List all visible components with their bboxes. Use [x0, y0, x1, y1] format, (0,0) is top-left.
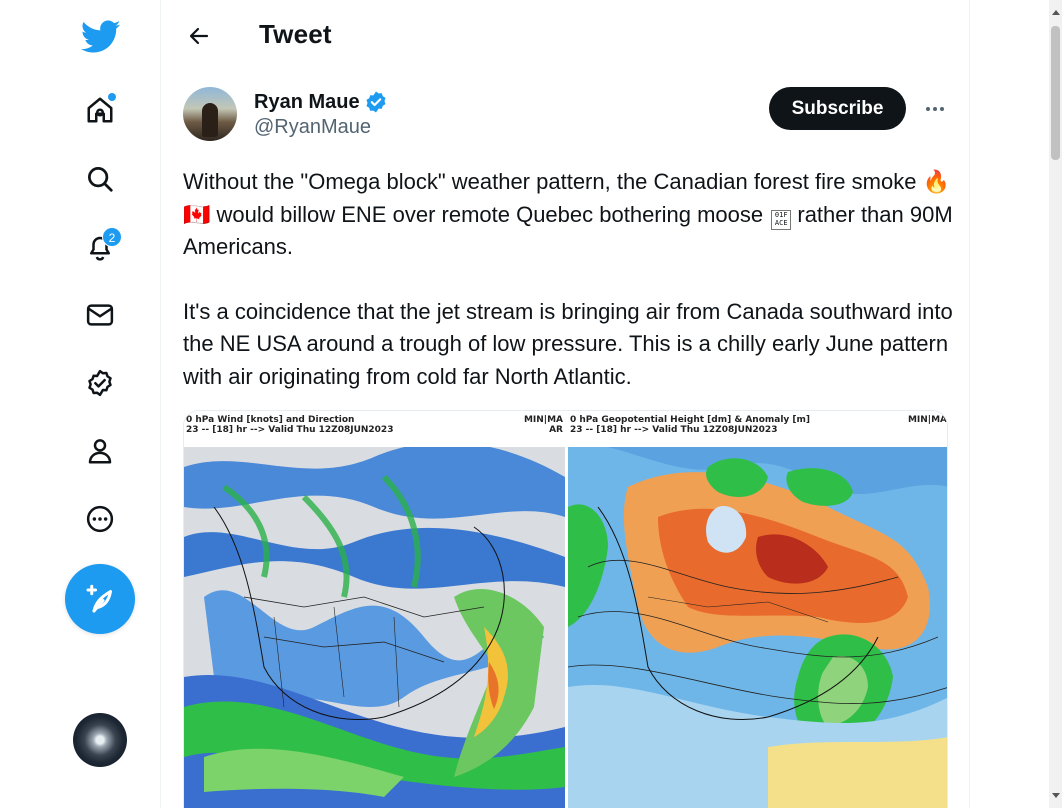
map-caption-right: MIN|MA: [907, 415, 947, 425]
messages-nav-item[interactable]: [74, 289, 126, 341]
verified-nav-item[interactable]: [74, 357, 126, 409]
dot-icon: [940, 107, 944, 111]
map-caption-valid: 23 -- [18] hr --> Valid Thu 12Z08JUN2023: [186, 425, 394, 435]
main-column: Tweet Ryan Maue @RyanMaue Subscribe With…: [160, 0, 970, 808]
profile-nav-item[interactable]: [74, 425, 126, 477]
missing-glyph-icon: 01F ACE: [771, 209, 792, 230]
notification-badge: 2: [102, 227, 122, 247]
page-scrollbar[interactable]: [1049, 0, 1062, 808]
header: Tweet: [161, 0, 971, 72]
map-caption-right: MIN|MA: [523, 415, 563, 425]
more-options-button[interactable]: [917, 92, 953, 126]
tweet-paragraph-2: It's a coincidence that the jet stream i…: [183, 298, 953, 389]
scroll-up-arrow-icon[interactable]: [1052, 10, 1060, 15]
tweet-media[interactable]: 0 hPa Wind [knots] and Direction 23 -- […: [183, 410, 948, 808]
account-avatar[interactable]: [73, 713, 127, 767]
explore-nav-item[interactable]: [74, 153, 126, 205]
scroll-down-arrow-icon[interactable]: [1052, 793, 1060, 798]
map-caption-valid: 23 -- [18] hr --> Valid Thu 12Z08JUN2023: [570, 425, 778, 435]
unread-dot: [107, 92, 117, 102]
person-icon: [88, 439, 112, 464]
height-anomaly-map-plot: [568, 447, 947, 808]
canada-flag-emoji: 🇨🇦: [183, 201, 211, 227]
author-handle[interactable]: @RyanMaue: [254, 116, 371, 139]
twitter-logo-icon[interactable]: [78, 12, 124, 62]
verified-check-icon: [366, 91, 386, 113]
verified-badge-icon: [88, 369, 112, 397]
back-button[interactable]: [179, 16, 219, 56]
arrow-left-icon: [189, 27, 209, 45]
dot-icon: [926, 107, 930, 111]
tweet-text: Without the "Omega block" weather patter…: [183, 166, 953, 393]
left-nav: 2: [0, 0, 160, 808]
home-nav-item[interactable]: [74, 84, 126, 136]
author-name-text[interactable]: Ryan Maue: [254, 91, 360, 114]
scrollbar-thumb[interactable]: [1051, 26, 1060, 160]
compose-tweet-button[interactable]: [65, 564, 135, 634]
tweet-text-span: would billow ENE over remote Quebec both…: [210, 201, 770, 227]
more-circle-icon: [86, 505, 114, 533]
wind-map-plot: [184, 447, 565, 808]
map-caption-title: 0 hPa Wind [knots] and Direction: [186, 415, 355, 425]
tweet-text-span: Without the "Omega block" weather patter…: [183, 169, 923, 194]
page-title: Tweet: [259, 19, 332, 49]
fire-emoji: 🔥: [922, 169, 950, 194]
wind-map-image[interactable]: 0 hPa Wind [knots] and Direction 23 -- […: [184, 411, 565, 808]
height-anomaly-map-image[interactable]: 0 hPa Geopotential Height [dm] & Anomaly…: [568, 411, 947, 808]
notifications-nav-item[interactable]: 2: [74, 221, 126, 273]
more-nav-item[interactable]: [74, 493, 126, 545]
author-avatar[interactable]: [183, 87, 237, 141]
map-caption-right-2: AR: [549, 425, 563, 435]
subscribe-button[interactable]: Subscribe: [769, 87, 906, 130]
author-name[interactable]: Ryan Maue: [254, 90, 388, 114]
dot-icon: [933, 107, 937, 111]
page: 2 Tweet Ryan Maue @RyanMaue Subscribe Wi…: [0, 0, 1062, 808]
feather-plus-icon: [86, 584, 112, 613]
envelope-icon: [86, 304, 114, 326]
map-caption-title: 0 hPa Geopotential Height [dm] & Anomaly…: [570, 415, 811, 425]
search-icon: [88, 167, 113, 192]
tweet-paragraph-1: Without the "Omega block" weather patter…: [183, 166, 953, 264]
